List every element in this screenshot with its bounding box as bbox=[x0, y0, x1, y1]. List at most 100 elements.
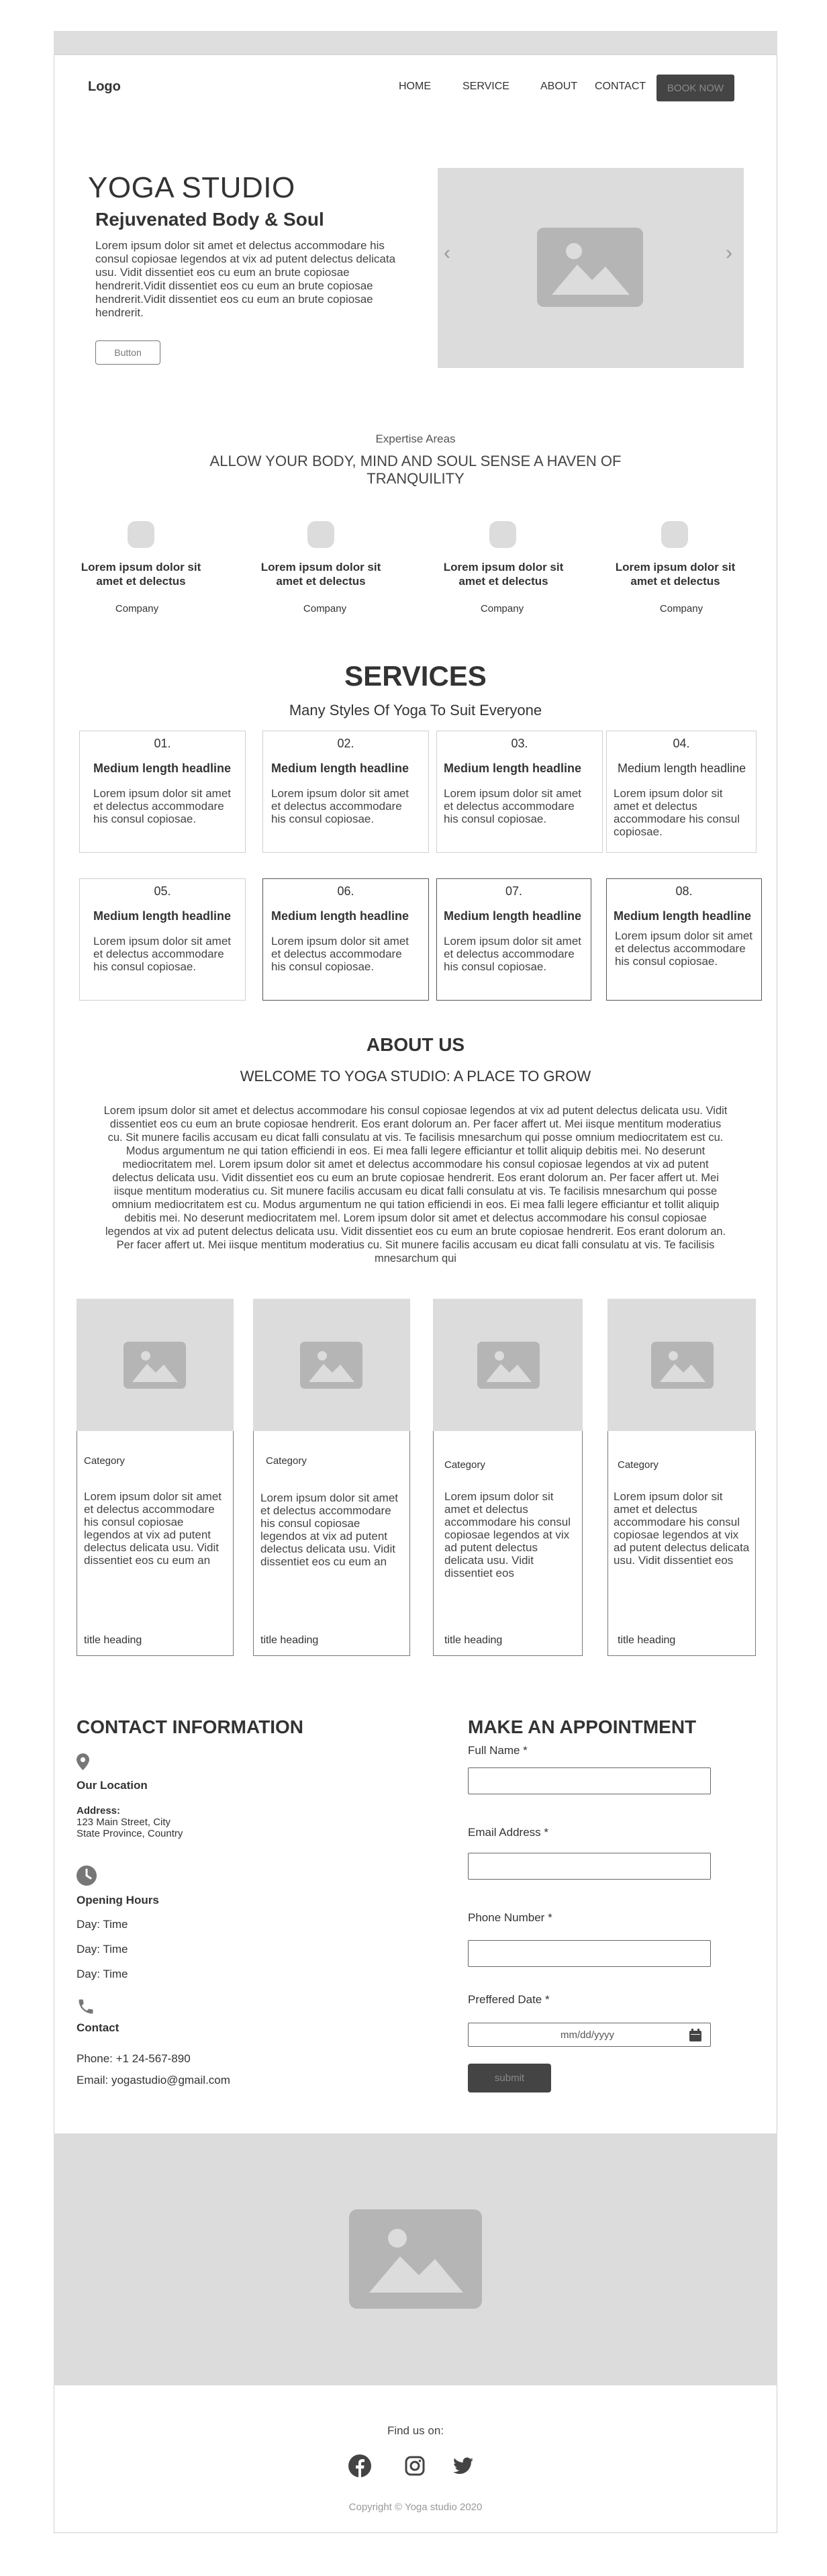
service-text: Lorem ipsum dolor sit amet et delectus a… bbox=[444, 787, 582, 825]
card-category: Category bbox=[618, 1459, 659, 1471]
card-title-heading[interactable]: title heading bbox=[618, 1635, 675, 1647]
card-title-heading[interactable]: title heading bbox=[260, 1635, 318, 1647]
about-text: Lorem ipsum dolor sit amet et delectus a… bbox=[103, 1105, 728, 1264]
find-us-label: Find us on: bbox=[387, 2424, 444, 2437]
expertise-title: ALLOW YOUR BODY, MIND AND SOUL SENSE A H… bbox=[209, 453, 622, 487]
service-headline: Medium length headline bbox=[93, 762, 232, 775]
card-title-heading[interactable]: title heading bbox=[444, 1635, 502, 1647]
expertise-label: Lorem ipsum dolor sit amet et delectus bbox=[81, 561, 201, 588]
about-title: ABOUT US bbox=[366, 1034, 465, 1055]
phone-icon bbox=[79, 1999, 93, 2014]
service-number: 07. bbox=[505, 884, 523, 898]
service-headline: Medium length headline bbox=[271, 762, 409, 775]
service-headline: Medium length headline bbox=[444, 762, 582, 775]
full-name-input[interactable] bbox=[468, 1767, 711, 1794]
service-card[interactable]: 06. Medium length headline Lorem ipsum d… bbox=[262, 878, 429, 1001]
phone-input[interactable] bbox=[468, 1940, 711, 1967]
contact-title: CONTACT INFORMATION bbox=[77, 1716, 304, 1737]
services-title: SERVICES bbox=[344, 660, 487, 692]
about-subtitle: WELCOME TO YOGA STUDIO: A PLACE TO GROW bbox=[240, 1068, 591, 1085]
book-now-button[interactable]: BOOK NOW bbox=[656, 75, 734, 101]
address-line: State Province, Country bbox=[77, 1828, 183, 1839]
service-number: 05. bbox=[154, 884, 171, 898]
expertise-icon bbox=[128, 521, 154, 548]
about-card[interactable]: Category Lorem ipsum dolor sit amet et d… bbox=[253, 1431, 410, 1656]
chevron-left-icon[interactable]: ‹ bbox=[444, 242, 450, 265]
expertise-company: Company bbox=[115, 603, 159, 614]
service-number: 06. bbox=[337, 884, 354, 898]
email-input[interactable] bbox=[468, 1853, 711, 1880]
card-image bbox=[77, 1299, 234, 1431]
card-text: Lorem ipsum dolor sit amet et delectus a… bbox=[84, 1490, 222, 1567]
expertise-label: Lorem ipsum dolor sit amet et delectus bbox=[443, 561, 564, 588]
expertise-icon bbox=[489, 521, 516, 548]
service-headline: Medium length headline bbox=[618, 762, 746, 775]
service-card[interactable]: 07. Medium length headline Lorem ipsum d… bbox=[436, 878, 591, 1001]
hours-item: Day: Time bbox=[77, 1918, 128, 1931]
calendar-icon[interactable] bbox=[689, 2029, 701, 2041]
contact-sub-title: Contact bbox=[77, 2021, 119, 2034]
hours-item: Day: Time bbox=[77, 1943, 128, 1956]
card-image bbox=[607, 1299, 756, 1431]
card-title-heading[interactable]: title heading bbox=[84, 1635, 142, 1647]
date-input[interactable]: mm/dd/yyyy bbox=[468, 2023, 711, 2047]
hero-subtitle: Rejuvenated Body & Soul bbox=[95, 209, 324, 230]
services-subtitle: Many Styles Of Yoga To Suit Everyone bbox=[289, 702, 542, 719]
nav-contact[interactable]: CONTACT bbox=[595, 81, 646, 93]
expertise-icon bbox=[661, 521, 688, 548]
location-pin-icon bbox=[77, 1753, 89, 1770]
service-headline: Medium length headline bbox=[271, 909, 409, 923]
card-text: Lorem ipsum dolor sit amet et delectus a… bbox=[444, 1490, 571, 1579]
email-text[interactable]: Email: yogastudio@gmail.com bbox=[77, 2074, 230, 2087]
service-text: Lorem ipsum dolor sit amet et delectus a… bbox=[271, 787, 409, 825]
service-text: Lorem ipsum dolor sit amet et delectus a… bbox=[93, 935, 232, 973]
service-text: Lorem ipsum dolor sit amet et delectus a… bbox=[444, 935, 582, 973]
card-category: Category bbox=[84, 1455, 125, 1467]
hours-title: Opening Hours bbox=[77, 1894, 159, 1906]
hours-item: Day: Time bbox=[77, 1968, 128, 1980]
service-number: 08. bbox=[675, 884, 693, 898]
facebook-icon[interactable] bbox=[348, 2454, 371, 2477]
browser-top-bar bbox=[54, 31, 777, 55]
service-card[interactable]: 08. Medium length headline Lorem ipsum d… bbox=[606, 878, 762, 1001]
hero-text: Lorem ipsum dolor sit amet et delectus a… bbox=[95, 239, 396, 319]
service-card[interactable]: 05. Medium length headline Lorem ipsum d… bbox=[79, 878, 246, 1001]
card-text: Lorem ipsum dolor sit amet et delectus a… bbox=[614, 1490, 750, 1567]
service-text: Lorem ipsum dolor sit amet et delectus a… bbox=[614, 787, 740, 838]
service-card[interactable]: 02. Medium length headline Lorem ipsum d… bbox=[262, 731, 429, 853]
service-headline: Medium length headline bbox=[444, 909, 582, 923]
service-text: Lorem ipsum dolor sit amet et delectus a… bbox=[615, 929, 753, 968]
hero-button[interactable]: Button bbox=[95, 340, 160, 365]
address-label: Address: bbox=[77, 1805, 121, 1816]
nav-home[interactable]: HOME bbox=[399, 81, 431, 93]
nav-service[interactable]: SERVICE bbox=[463, 81, 509, 93]
expertise-label: Lorem ipsum dolor sit amet et delectus bbox=[260, 561, 381, 588]
twitter-icon[interactable] bbox=[453, 2457, 473, 2475]
service-card[interactable]: 03. Medium length headline Lorem ipsum d… bbox=[436, 731, 603, 853]
submit-button[interactable]: submit bbox=[468, 2064, 551, 2092]
chevron-right-icon[interactable]: › bbox=[726, 242, 732, 265]
address-line: 123 Main Street, City bbox=[77, 1816, 171, 1828]
card-category: Category bbox=[444, 1459, 485, 1471]
about-card[interactable]: Category Lorem ipsum dolor sit amet et d… bbox=[77, 1431, 234, 1656]
service-number: 01. bbox=[154, 737, 171, 750]
expertise-company: Company bbox=[480, 603, 524, 614]
logo[interactable]: Logo bbox=[88, 79, 121, 95]
service-headline: Medium length headline bbox=[614, 909, 752, 923]
full-name-label: Full Name * bbox=[468, 1744, 528, 1757]
service-headline: Medium length headline bbox=[93, 909, 232, 923]
service-card[interactable]: 04. Medium length headline Lorem ipsum d… bbox=[606, 731, 757, 853]
service-number: 04. bbox=[673, 737, 690, 750]
nav-about[interactable]: ABOUT bbox=[540, 81, 577, 93]
image-placeholder-icon bbox=[124, 1342, 186, 1389]
image-placeholder-icon bbox=[477, 1342, 540, 1389]
about-card[interactable]: Category Lorem ipsum dolor sit amet et d… bbox=[607, 1431, 756, 1656]
phone-text[interactable]: Phone: +1 24-567-890 bbox=[77, 2052, 191, 2066]
service-card[interactable]: 01. Medium length headline Lorem ipsum d… bbox=[79, 731, 246, 853]
expertise-company: Company bbox=[303, 603, 347, 614]
about-card[interactable]: Category Lorem ipsum dolor sit amet et d… bbox=[433, 1431, 583, 1656]
expertise-label: Lorem ipsum dolor sit amet et delectus bbox=[615, 561, 736, 588]
location-title: Our Location bbox=[77, 1779, 148, 1792]
instagram-icon[interactable] bbox=[405, 2456, 425, 2476]
expertise-icon bbox=[307, 521, 334, 548]
